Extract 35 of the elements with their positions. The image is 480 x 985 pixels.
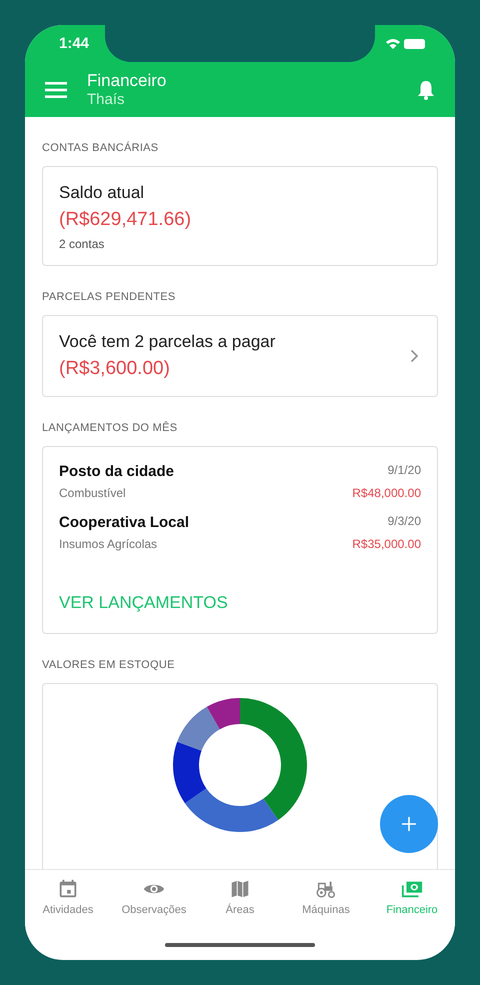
calendar-icon <box>57 878 79 900</box>
user-name: Thaís <box>87 90 126 108</box>
section-label: LANÇAMENTOS DO MÊS <box>42 422 178 434</box>
balance-amount: (R$629,471.66) <box>59 209 192 231</box>
transaction-name: Posto da cidade <box>59 463 176 480</box>
transaction-category: Combustível <box>59 486 127 500</box>
accounts-count: 2 contas <box>59 237 106 251</box>
pending-text: Você tem 2 parcelas a pagar <box>59 332 276 352</box>
tab[interactable]: Observações <box>111 870 197 935</box>
tab[interactable]: Financeiro <box>369 870 455 935</box>
chevron-right-icon <box>410 349 419 363</box>
see-transactions-link[interactable]: VER LANÇAMENTOS <box>59 593 228 613</box>
balance-card[interactable]: Saldo atual (R$629,471.66) 2 contas <box>42 166 438 266</box>
tab[interactable]: Áreas <box>197 870 283 935</box>
card-title: Saldo atual <box>59 183 146 203</box>
menu-icon[interactable] <box>45 80 67 98</box>
status-time: 1:44 <box>59 35 90 52</box>
section-label: VALORES EM ESTOQUE <box>42 659 176 671</box>
transaction-date: 9/1/20 <box>386 463 421 479</box>
tab[interactable]: Atividades <box>25 870 111 935</box>
transaction-name: Cooperativa Local <box>59 514 190 531</box>
section-label: PARCELAS PENDENTES <box>42 291 177 303</box>
pending-card[interactable]: Você tem 2 parcelas a pagar (R$3,600.00) <box>42 315 438 397</box>
pending-amount: (R$3,600.00) <box>59 358 171 380</box>
tab[interactable]: Máquinas <box>283 870 369 935</box>
section-label: CONTAS BANCÁRIAS <box>42 142 160 154</box>
bell-icon[interactable] <box>417 80 435 100</box>
transaction-date: 9/3/20 <box>386 514 421 530</box>
status-icons <box>385 36 427 50</box>
map-icon <box>229 878 251 900</box>
transaction-amount: R$35,000.00 <box>352 537 421 551</box>
transaction-amount: R$48,000.00 <box>352 486 421 500</box>
plus-icon <box>401 816 417 832</box>
screen-title: Financeiro <box>87 70 168 90</box>
transaction-category: Insumos Agrícolas <box>59 537 158 551</box>
